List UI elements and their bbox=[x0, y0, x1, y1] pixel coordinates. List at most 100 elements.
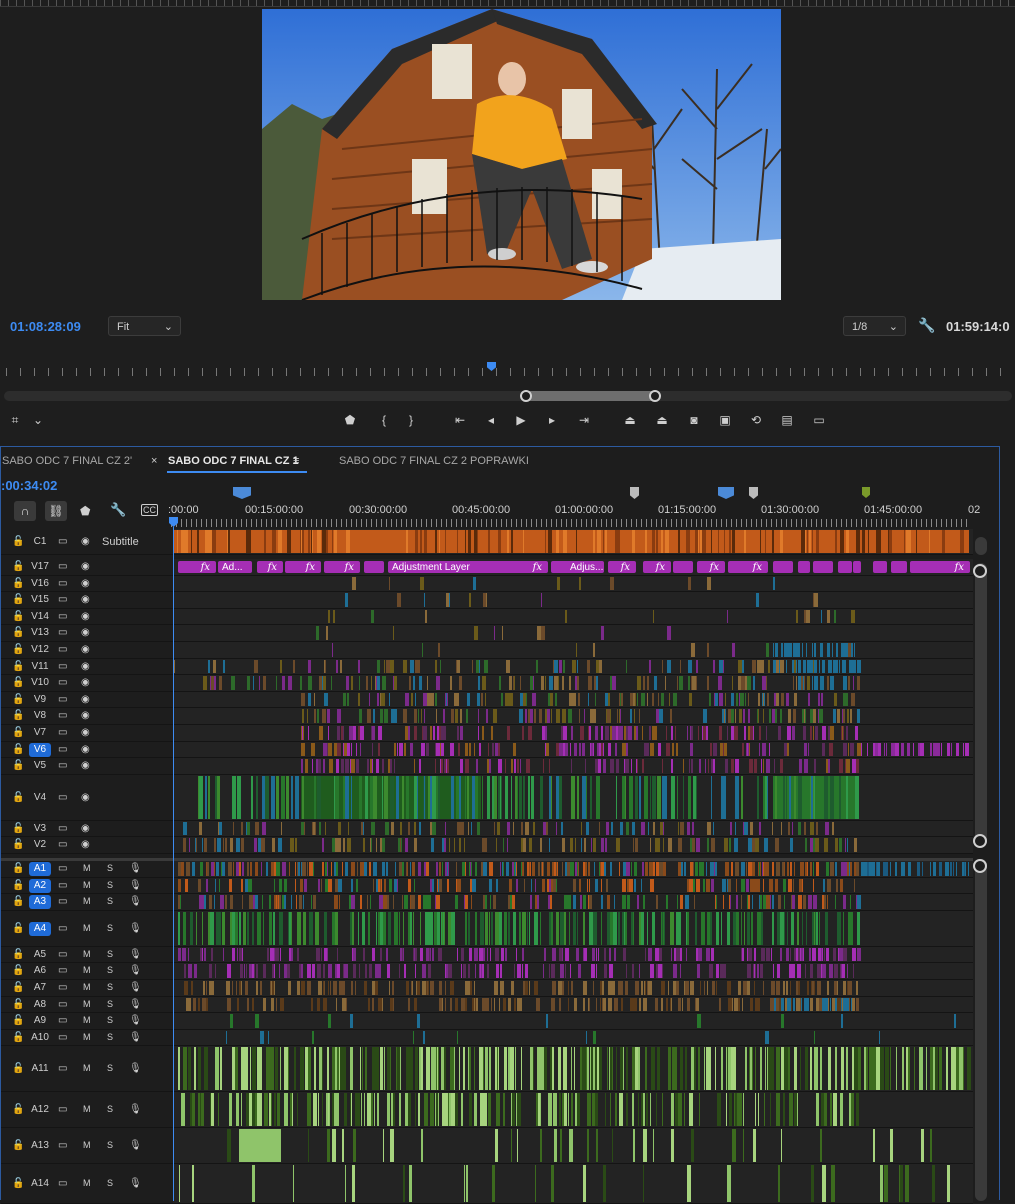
clip[interactable] bbox=[475, 862, 477, 876]
clip[interactable] bbox=[835, 1093, 837, 1127]
clip[interactable] bbox=[800, 1047, 801, 1091]
clip[interactable] bbox=[502, 626, 503, 640]
clip[interactable] bbox=[547, 862, 550, 876]
clip[interactable] bbox=[541, 676, 544, 690]
clip[interactable] bbox=[483, 862, 487, 876]
clip[interactable] bbox=[436, 862, 438, 876]
lock-icon[interactable]: 🔓 bbox=[12, 823, 24, 834]
clip[interactable] bbox=[804, 759, 808, 773]
clip[interactable] bbox=[301, 759, 303, 773]
clip[interactable] bbox=[840, 878, 843, 893]
clip[interactable] bbox=[618, 530, 620, 553]
clip[interactable] bbox=[771, 947, 772, 962]
clip[interactable] bbox=[840, 530, 844, 553]
clip[interactable] bbox=[487, 964, 489, 978]
clip[interactable] bbox=[465, 997, 467, 1012]
clip[interactable] bbox=[741, 862, 745, 876]
clip[interactable] bbox=[482, 964, 484, 978]
clip[interactable] bbox=[564, 911, 566, 945]
clip[interactable] bbox=[848, 709, 849, 723]
clip[interactable] bbox=[724, 838, 728, 852]
eye-icon[interactable]: ◉ bbox=[81, 694, 90, 705]
clip[interactable] bbox=[254, 964, 255, 978]
clip[interactable] bbox=[707, 676, 709, 690]
clip[interactable] bbox=[680, 964, 681, 978]
clip[interactable] bbox=[843, 659, 846, 674]
clip[interactable] bbox=[180, 895, 181, 909]
clip[interactable] bbox=[185, 878, 188, 893]
clip[interactable] bbox=[736, 878, 737, 893]
clip[interactable] bbox=[754, 947, 756, 962]
clip[interactable] bbox=[516, 878, 518, 893]
clip[interactable] bbox=[706, 862, 707, 876]
clip[interactable] bbox=[499, 676, 501, 690]
clip[interactable] bbox=[658, 692, 659, 707]
clip[interactable] bbox=[517, 759, 519, 773]
clip[interactable] bbox=[418, 709, 419, 723]
clip[interactable] bbox=[834, 692, 837, 707]
clip[interactable] bbox=[312, 530, 313, 553]
clip[interactable] bbox=[405, 692, 409, 707]
clip[interactable] bbox=[780, 709, 782, 723]
clip[interactable] bbox=[181, 862, 184, 876]
clip[interactable] bbox=[463, 1047, 465, 1091]
clip[interactable] bbox=[846, 775, 848, 819]
clip[interactable] bbox=[342, 862, 343, 876]
close-icon[interactable]: × bbox=[151, 455, 157, 467]
lock-icon[interactable]: 🔓 bbox=[12, 594, 24, 605]
clip[interactable] bbox=[791, 643, 792, 657]
clip[interactable] bbox=[760, 895, 762, 909]
eye-icon[interactable]: ◉ bbox=[81, 677, 90, 688]
clip[interactable] bbox=[819, 911, 820, 945]
solo-button[interactable]: S bbox=[107, 923, 113, 933]
clip[interactable] bbox=[725, 692, 726, 707]
clip[interactable] bbox=[423, 726, 427, 740]
clip[interactable] bbox=[732, 530, 735, 553]
clip[interactable] bbox=[411, 895, 415, 909]
clip[interactable] bbox=[850, 862, 852, 876]
clip[interactable] bbox=[769, 742, 770, 757]
eye-icon[interactable]: ◉ bbox=[81, 594, 90, 605]
clip[interactable] bbox=[469, 742, 471, 757]
clip[interactable] bbox=[635, 981, 639, 995]
clip[interactable] bbox=[625, 759, 629, 773]
clip[interactable] bbox=[183, 911, 186, 945]
lock-icon[interactable]: 🔓 bbox=[12, 1104, 24, 1115]
clip[interactable] bbox=[807, 862, 808, 876]
clip[interactable] bbox=[851, 775, 854, 819]
clip[interactable] bbox=[940, 862, 941, 876]
clip[interactable] bbox=[786, 981, 788, 995]
clip[interactable] bbox=[465, 911, 467, 945]
clip[interactable] bbox=[356, 742, 357, 757]
track-lane[interactable] bbox=[173, 946, 973, 963]
clip[interactable] bbox=[577, 1093, 580, 1127]
clip[interactable] bbox=[856, 530, 860, 553]
clip[interactable] bbox=[616, 1047, 617, 1091]
clip[interactable] bbox=[435, 692, 437, 707]
clip[interactable] bbox=[731, 709, 734, 723]
monitor-zoom-scrollbar-thumb[interactable] bbox=[522, 391, 658, 401]
clip[interactable] bbox=[584, 947, 587, 962]
clip[interactable] bbox=[393, 997, 394, 1012]
clip[interactable] bbox=[372, 742, 373, 757]
clip[interactable] bbox=[443, 911, 444, 945]
clip[interactable] bbox=[783, 981, 785, 995]
clip[interactable] bbox=[612, 1047, 613, 1091]
clip[interactable] bbox=[343, 692, 346, 707]
clip[interactable] bbox=[246, 964, 247, 978]
clip[interactable] bbox=[241, 821, 243, 836]
eye-icon[interactable]: ◉ bbox=[81, 792, 90, 803]
clip[interactable] bbox=[326, 530, 328, 553]
clip[interactable] bbox=[358, 911, 359, 945]
clip[interactable] bbox=[664, 911, 665, 945]
clip[interactable] bbox=[794, 1047, 797, 1091]
clip[interactable] bbox=[178, 947, 181, 962]
clip[interactable] bbox=[637, 759, 638, 773]
clip[interactable] bbox=[683, 759, 684, 773]
clip[interactable] bbox=[419, 676, 422, 690]
clip[interactable] bbox=[710, 1047, 711, 1091]
clip[interactable] bbox=[822, 726, 826, 740]
clip[interactable] bbox=[279, 911, 283, 945]
adjustment-layer-clip[interactable] bbox=[891, 561, 907, 573]
clip[interactable] bbox=[968, 862, 969, 876]
